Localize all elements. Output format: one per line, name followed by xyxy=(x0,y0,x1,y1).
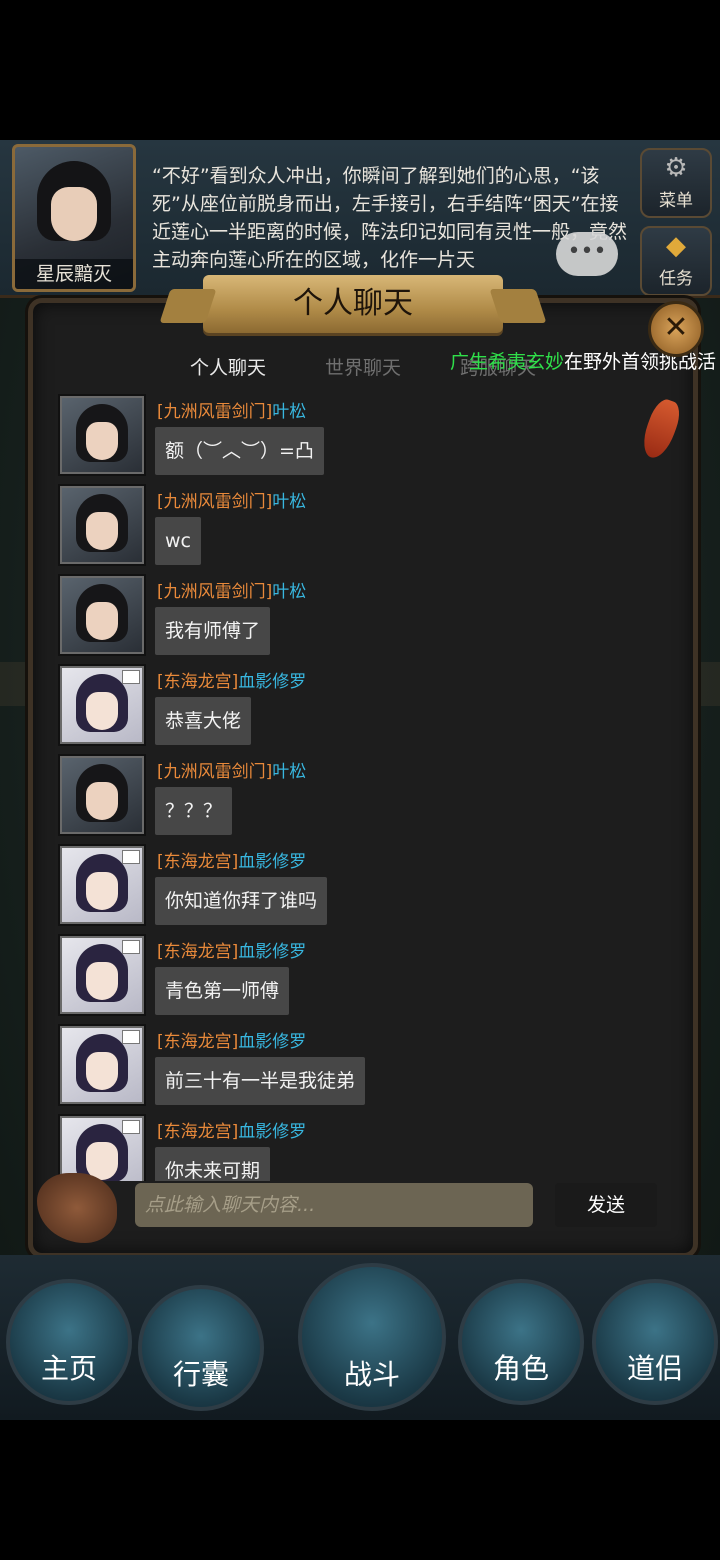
avatar[interactable] xyxy=(60,846,144,924)
avatar[interactable] xyxy=(60,1026,144,1104)
nav-bag-label: 行囊 xyxy=(172,1358,229,1391)
avatar[interactable] xyxy=(60,576,144,654)
nav-battle-button[interactable]: 战斗 xyxy=(298,1263,446,1411)
sender-guild: [九洲风雷剑门] xyxy=(157,402,273,422)
menu-button[interactable]: ⚙ 菜单 xyxy=(640,148,712,218)
message-sender[interactable]: [东海龙宫]血影修罗 xyxy=(157,667,306,692)
character-name: 星辰黯灭 xyxy=(15,259,133,289)
avatar-face xyxy=(86,782,118,820)
avatar-face xyxy=(86,422,118,460)
message-text: 青色第一师傅 xyxy=(155,967,290,1015)
emoji-crest-icon[interactable] xyxy=(37,1173,117,1243)
sender-name: 血影修罗 xyxy=(238,1032,307,1052)
avatar-face xyxy=(86,512,118,550)
chat-bubble-icon[interactable]: ••• xyxy=(556,232,618,276)
message-sender[interactable]: [九洲风雷剑门]叶松 xyxy=(157,487,306,512)
broadcast-text: 在野外首领挑战活 xyxy=(564,351,717,373)
message-row: [九洲风雷剑门]叶松 ？？？ xyxy=(53,751,658,841)
bottom-nav: 主页 行囊 战斗 角色 道侣 xyxy=(0,1255,720,1420)
sender-guild: [东海龙宫] xyxy=(157,672,239,692)
sender-guild: [东海龙宫] xyxy=(157,942,239,962)
message-text: 额（︶︿︶）=凸 xyxy=(155,427,324,475)
game-screen: 星辰黯灭 “不好”看到众人冲出，你瞬间了解到她们的心思，“该死”从座位前脱身而出… xyxy=(0,140,720,1420)
sender-name: 血影修罗 xyxy=(238,852,307,872)
avatar[interactable] xyxy=(60,666,144,744)
message-sender[interactable]: [九洲风雷剑门]叶松 xyxy=(157,577,306,602)
message-text: 恭喜大佬 xyxy=(155,697,252,745)
message-text: 前三十有一半是我徒弟 xyxy=(155,1057,366,1105)
message-sender[interactable]: [九洲风雷剑门]叶松 xyxy=(157,757,306,782)
sender-name: 血影修罗 xyxy=(238,672,307,692)
tasks-label: 任务 xyxy=(659,269,693,289)
nav-companion-button[interactable]: 道侣 xyxy=(592,1279,718,1405)
nav-companion-label: 道侣 xyxy=(626,1352,683,1385)
message-row: [东海龙宫]血影修罗你知道你拜了谁吗 xyxy=(53,841,658,931)
nav-home-button[interactable]: 主页 xyxy=(6,1279,132,1405)
sender-name: 叶松 xyxy=(272,582,307,602)
message-row: [东海龙宫]血影修罗恭喜大佬 xyxy=(53,661,658,751)
nav-role-label: 角色 xyxy=(492,1352,549,1385)
sender-guild: [九洲风雷剑门] xyxy=(157,762,273,782)
message-text: 你知道你拜了谁吗 xyxy=(155,877,328,925)
avatar-face xyxy=(86,962,118,1000)
tasks-button[interactable]: ◆ 任务 xyxy=(640,226,712,296)
avatar[interactable] xyxy=(60,396,144,474)
menu-label: 菜单 xyxy=(659,191,693,211)
message-sender[interactable]: [九洲风雷剑门]叶松 xyxy=(157,397,306,422)
chat-panel: 个人聊天 ✕ 个人聊天 世界聊天 跨服聊天 广生希夷玄妙在野外首领挑战活 [九洲… xyxy=(28,275,716,1258)
message-row: [东海龙宫]血影修罗前三十有一半是我徒弟 xyxy=(53,1021,658,1111)
nav-home-label: 主页 xyxy=(40,1352,97,1385)
avatar-face xyxy=(86,1052,118,1090)
bow-icon xyxy=(122,1030,140,1044)
message-sender[interactable]: [东海龙宫]血影修罗 xyxy=(157,1027,306,1052)
avatar[interactable] xyxy=(60,756,144,834)
avatar[interactable] xyxy=(60,936,144,1014)
nav-battle-label: 战斗 xyxy=(343,1358,400,1391)
sender-guild: [九洲风雷剑门] xyxy=(157,582,273,602)
chat-input-row: 发送 xyxy=(33,1171,693,1247)
chat-input[interactable] xyxy=(135,1183,533,1227)
nav-bag-button[interactable]: 行囊 xyxy=(138,1285,264,1411)
message-row: [东海龙宫]血影修罗青色第一师傅 xyxy=(53,931,658,1021)
sender-name: 血影修罗 xyxy=(238,1122,307,1142)
bow-icon xyxy=(122,1120,140,1134)
message-sender[interactable]: [东海龙宫]血影修罗 xyxy=(157,937,306,962)
message-sender[interactable]: [东海龙宫]血影修罗 xyxy=(157,1117,306,1142)
send-button[interactable]: 发送 xyxy=(555,1183,657,1227)
close-icon[interactable]: ✕ xyxy=(648,301,704,357)
sender-guild: [东海龙宫] xyxy=(157,1032,239,1052)
bow-icon xyxy=(122,940,140,954)
diamond-icon: ◆ xyxy=(666,231,686,261)
message-text: wc xyxy=(155,517,201,565)
sender-name: 叶松 xyxy=(272,492,307,512)
message-sender[interactable]: [东海龙宫]血影修罗 xyxy=(157,847,306,872)
sender-name: 叶松 xyxy=(272,402,307,422)
sender-name: 叶松 xyxy=(272,762,307,782)
gear-icon: ⚙ xyxy=(664,153,688,183)
avatar-face xyxy=(86,872,118,910)
message-text: 我有师傅了 xyxy=(155,607,271,655)
bow-icon xyxy=(122,670,140,684)
sender-guild: [东海龙宫] xyxy=(157,852,239,872)
panel-title: 个人聊天 xyxy=(203,275,503,333)
sender-name: 血影修罗 xyxy=(238,942,307,962)
portrait-face xyxy=(51,187,97,241)
message-row: [九洲风雷剑门]叶松额（︶︿︶）=凸 xyxy=(53,391,658,481)
message-text: ？？？ xyxy=(155,787,233,835)
tab-world-chat[interactable]: 世界聊天 xyxy=(325,353,401,380)
avatar[interactable] xyxy=(60,486,144,564)
character-portrait[interactable]: 星辰黯灭 xyxy=(12,144,136,292)
tab-personal-chat[interactable]: 个人聊天 xyxy=(190,353,266,380)
avatar-face xyxy=(86,692,118,730)
broadcast-player-name: 广生希夷玄妙 xyxy=(450,351,565,373)
message-row: [九洲风雷剑门]叶松 我有师傅了 xyxy=(53,571,658,661)
nav-role-button[interactable]: 角色 xyxy=(458,1279,584,1405)
sender-guild: [九洲风雷剑门] xyxy=(157,492,273,512)
message-list[interactable]: [九洲风雷剑门]叶松 额（︶︿︶）=凸 [九洲风雷剑门]叶松 wc [九洲风雷剑门]叶松… xyxy=(53,391,658,1181)
sender-guild: [东海龙宫] xyxy=(157,1122,239,1142)
message-row: [九洲风雷剑门]叶松 wc xyxy=(53,481,658,571)
bow-icon xyxy=(122,850,140,864)
avatar-face xyxy=(86,602,118,640)
